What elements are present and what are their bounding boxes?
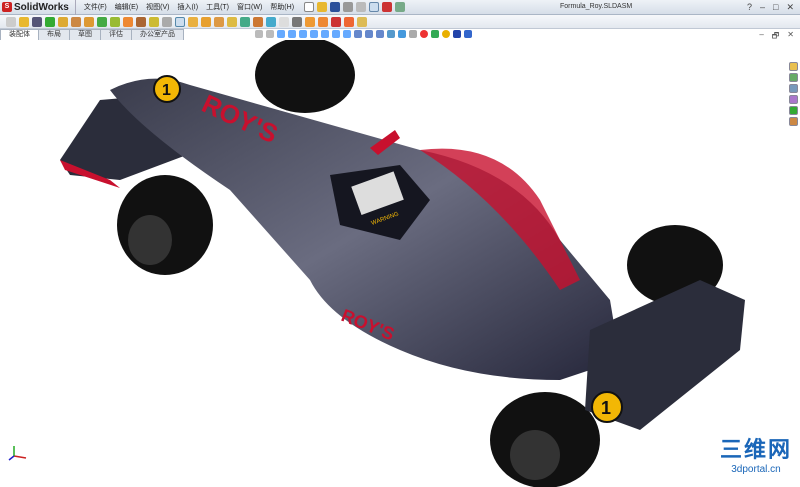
mass-properties-icon[interactable] [227,16,237,27]
document-title: Formula_Roy.SLDASM [560,3,633,10]
design-library-icon[interactable] [789,73,798,82]
check-icon[interactable] [292,16,302,27]
view-orientation-icon[interactable] [277,30,285,38]
assembly-features-icon[interactable] [97,16,107,27]
watermark: 三维网 3dportal.cn [720,432,792,475]
save-icon[interactable] [330,2,341,12]
hide-show-icon[interactable] [387,30,395,38]
tab-layout[interactable]: 布局 [38,29,70,40]
help-button[interactable]: ? [747,2,752,13]
rebuild-icon[interactable] [382,2,393,12]
window-controls: ? – □ ✕ [747,2,794,13]
section-properties-icon[interactable] [240,16,250,27]
linear-pattern-icon[interactable] [45,16,55,27]
reference-triad-icon [8,446,27,461]
command-manager-toolbar [0,15,800,29]
photoview-icon[interactable] [318,16,328,27]
large-assembly-icon[interactable] [305,16,315,27]
number-front: 1 [162,82,171,99]
smart-fasteners-icon[interactable] [58,16,68,27]
menu-tools[interactable]: 工具(T) [206,2,229,12]
tab-assembly[interactable]: 装配体 [0,29,39,40]
task-pane-tabs [789,62,798,126]
ambient-occlusion-icon[interactable] [464,30,472,38]
menu-insert[interactable]: 插入(I) [177,2,198,12]
new-icon[interactable] [304,2,315,12]
section-view-icon[interactable] [299,30,307,38]
realview-icon[interactable] [442,30,450,38]
print-icon[interactable] [343,2,354,12]
formula-car-model[interactable]: WARNING ROY'S ROY'S 1 1 [0,40,790,487]
zoom-to-fit-icon[interactable] [255,30,263,38]
heads-up-view-toolbar [255,30,472,38]
menu-view[interactable]: 视图(V) [146,2,169,12]
menu-help[interactable]: 帮助(H) [270,2,294,12]
insert-component-icon[interactable] [19,16,29,27]
exploded-view-icon[interactable] [149,16,159,27]
bill-of-materials-icon[interactable] [136,16,146,27]
close-button[interactable]: ✕ [786,2,794,13]
maximize-button[interactable]: □ [773,2,778,13]
front-view-icon[interactable] [310,30,318,38]
shadows-icon[interactable] [409,30,417,38]
toolbox-icon[interactable] [331,16,341,27]
mate-icon[interactable] [32,16,42,27]
open-icon[interactable] [317,2,328,12]
appearances-icon[interactable] [789,106,798,115]
simulation-icon[interactable] [357,16,367,27]
performance-icon[interactable] [279,16,289,27]
menu-bar: 文件(F) 编辑(E) 视图(V) 插入(I) 工具(T) 窗口(W) 帮助(H… [76,2,294,12]
instant3d-icon[interactable] [266,16,276,27]
show-hidden-icon[interactable] [84,16,94,27]
number-rear: 1 [601,398,611,418]
tab-office-products[interactable]: 办公室产品 [131,29,184,40]
move-component-icon[interactable] [71,16,81,27]
appearance-icon[interactable] [420,30,428,38]
watermark-url: 3dportal.cn [731,464,781,475]
select-icon[interactable] [369,2,380,12]
zoom-area-icon[interactable] [266,30,274,38]
standard-toolbar [304,2,406,12]
watermark-title: 三维网 [719,437,792,462]
file-explorer-icon[interactable] [789,84,798,93]
clearance-icon[interactable] [188,16,198,27]
animator-icon[interactable] [344,16,354,27]
search-icon[interactable] [789,95,798,104]
two-view-icon[interactable] [365,30,373,38]
shaded-icon[interactable] [398,30,406,38]
tab-evaluate[interactable]: 评估 [100,29,132,40]
reference-geometry-icon[interactable] [110,16,120,27]
front-right-wheel [255,40,355,113]
custom-properties-icon[interactable] [789,117,798,126]
rear-left-rim [510,430,560,480]
new-motion-study-icon[interactable] [123,16,133,27]
isometric-view-icon[interactable] [343,30,351,38]
hole-alignment-icon[interactable] [201,16,211,27]
options-icon[interactable] [395,2,406,12]
edit-component-icon[interactable] [6,16,16,27]
resources-icon[interactable] [789,62,798,71]
menu-window[interactable]: 窗口(W) [237,2,262,12]
scene-icon[interactable] [431,30,439,38]
interference-icon[interactable] [175,16,185,27]
solidworks-logo[interactable]: S SolidWorks [0,0,76,15]
menu-edit[interactable]: 编辑(E) [115,2,138,12]
command-manager-tabs: 装配体 布局 草图 评估 办公室产品 [0,29,184,40]
four-view-icon[interactable] [376,30,384,38]
title-bar: S SolidWorks 文件(F) 编辑(E) 视图(V) 插入(I) 工具(T… [0,0,800,15]
right-view-icon[interactable] [332,30,340,38]
top-view-icon[interactable] [321,30,329,38]
tab-sketch[interactable]: 草图 [69,29,101,40]
menu-file[interactable]: 文件(F) [84,2,107,12]
shadows-shaded-icon[interactable] [453,30,461,38]
sensor-icon[interactable] [253,16,263,27]
solidworks-icon: S [2,2,12,12]
display-style-icon[interactable] [288,30,296,38]
minimize-button[interactable]: – [760,2,765,13]
undo-icon[interactable] [356,2,367,12]
measure-icon[interactable] [214,16,224,27]
front-left-rim [128,215,172,265]
explode-line-icon[interactable] [162,16,172,27]
single-view-icon[interactable] [354,30,362,38]
